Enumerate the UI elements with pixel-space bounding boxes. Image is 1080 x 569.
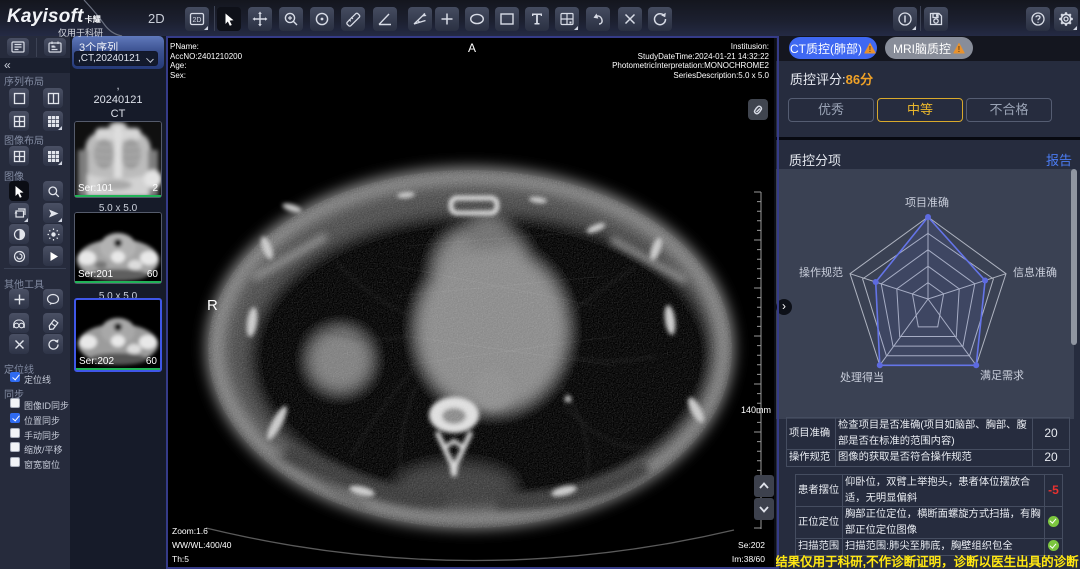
svg-text:2D: 2D — [193, 17, 202, 24]
